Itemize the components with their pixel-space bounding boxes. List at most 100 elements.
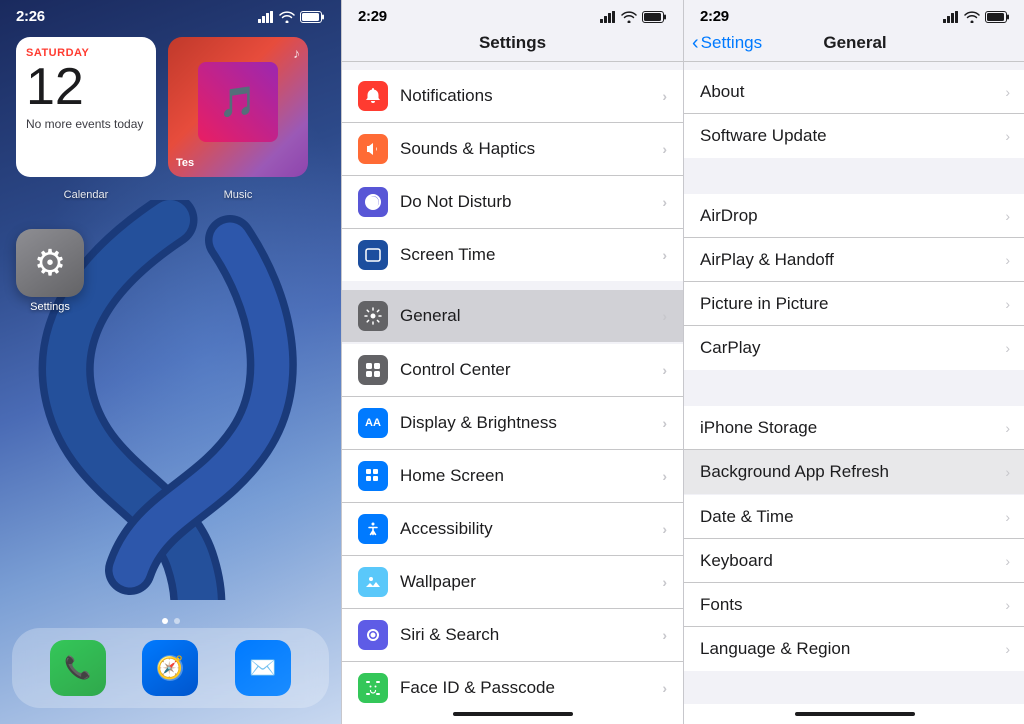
chevron-icon: ›	[1005, 509, 1010, 525]
settings-row-general[interactable]: General ›	[342, 290, 683, 342]
wifi-icon	[279, 11, 295, 23]
battery-icon-g	[985, 11, 1010, 23]
settings-row-sounds[interactable]: Sounds & Haptics ›	[342, 123, 683, 176]
general-row-keyboard[interactable]: Keyboard ›	[684, 539, 1024, 583]
svg-text:✉️: ✉️	[249, 655, 276, 680]
settings-row-notifications[interactable]: Notifications ›	[342, 70, 683, 123]
chevron-icon: ›	[1005, 420, 1010, 436]
calendar-date: 12	[26, 61, 146, 113]
keyboard-label: Keyboard	[700, 551, 1005, 571]
calendar-widget[interactable]: SATURDAY 12 No more events today	[16, 37, 156, 177]
sounds-icon	[358, 134, 388, 164]
faceid-icon	[358, 673, 388, 703]
pip-label: Picture in Picture	[700, 294, 1005, 314]
general-nav-bar: ‹ Settings General	[684, 29, 1024, 62]
airplay-label: AirPlay & Handoff	[700, 250, 1005, 270]
home-widgets: SATURDAY 12 No more events today ♪ 🎵 Tes	[0, 29, 341, 209]
general-row-softwareupdate[interactable]: Software Update ›	[684, 114, 1024, 158]
general-row-storage[interactable]: iPhone Storage ›	[684, 406, 1024, 450]
wallpaper-label: Wallpaper	[400, 572, 662, 592]
sounds-label: Sounds & Haptics	[400, 139, 662, 159]
bottom-indicator-general	[684, 704, 1024, 724]
music-widget[interactable]: ♪ 🎵 Tes	[168, 37, 308, 177]
battery-icon-s	[642, 11, 667, 23]
back-label: Settings	[701, 33, 762, 53]
chevron-icon: ›	[1005, 597, 1010, 613]
chevron-icon: ›	[1005, 641, 1010, 657]
back-chevron-icon: ‹	[692, 32, 699, 55]
chevron-icon: ›	[1005, 296, 1010, 312]
general-row-carplay[interactable]: CarPlay ›	[684, 326, 1024, 370]
general-row-datetime[interactable]: Date & Time ›	[684, 495, 1024, 539]
settings-row-dnd[interactable]: Do Not Disturb ›	[342, 176, 683, 229]
homescreen-icon	[358, 461, 388, 491]
settings-row-display[interactable]: AA Display & Brightness ›	[342, 397, 683, 450]
chevron-icon: ›	[1005, 252, 1010, 268]
dock-mail-icon[interactable]: ✉️	[235, 640, 291, 696]
carplay-label: CarPlay	[700, 338, 1005, 358]
general-row-fonts[interactable]: Fonts ›	[684, 583, 1024, 627]
status-bar-general: 2:29	[684, 0, 1024, 29]
settings-group-1: Notifications › Sounds & Haptics › Do No…	[342, 70, 683, 281]
status-time-general: 2:29	[700, 8, 729, 25]
general-row-airplay[interactable]: AirPlay & Handoff ›	[684, 238, 1024, 282]
chevron-icon: ›	[662, 574, 667, 590]
settings-app-container[interactable]: ⚙ Settings	[0, 229, 341, 313]
wallpaper-icon	[358, 567, 388, 597]
gear-icon: ⚙	[34, 242, 66, 284]
language-label: Language & Region	[700, 639, 1005, 659]
accessibility-icon	[358, 514, 388, 544]
general-row-about[interactable]: About ›	[684, 70, 1024, 114]
chevron-icon: ›	[662, 88, 667, 104]
signal-icon-s	[600, 11, 616, 23]
chevron-icon: ›	[662, 308, 667, 324]
display-icon: AA	[358, 408, 388, 438]
calendar-subtitle: No more events today	[26, 117, 146, 131]
settings-app-icon[interactable]: ⚙	[16, 229, 84, 297]
general-row-pip[interactable]: Picture in Picture ›	[684, 282, 1024, 326]
settings-row-controlcenter[interactable]: Control Center ›	[342, 344, 683, 397]
general-row-bgrefresh[interactable]: Background App Refresh ›	[684, 450, 1024, 494]
album-art: 🎵	[198, 62, 278, 142]
back-button[interactable]: ‹ Settings	[692, 32, 762, 55]
general-row-airdrop[interactable]: AirDrop ›	[684, 194, 1024, 238]
music-art: 🎵	[168, 37, 308, 177]
home-screen-panel: 2:26 SATURDAY	[0, 0, 341, 724]
section-gap-1	[684, 158, 1024, 194]
settings-row-faceid[interactable]: Face ID & Passcode ›	[342, 662, 683, 704]
settings-row-accessibility[interactable]: Accessibility ›	[342, 503, 683, 556]
dnd-label: Do Not Disturb	[400, 192, 662, 212]
settings-group-general: General ›	[342, 290, 683, 342]
general-row-language[interactable]: Language & Region ›	[684, 627, 1024, 671]
home-bar-general	[795, 712, 915, 716]
siri-icon	[358, 620, 388, 650]
settings-row-siri[interactable]: Siri & Search ›	[342, 609, 683, 662]
section-gap-2	[684, 370, 1024, 406]
status-icons-general	[943, 11, 1010, 23]
general-label: General	[400, 306, 662, 326]
wifi-icon-s	[621, 11, 637, 23]
dock-safari-icon[interactable]: 🧭	[142, 640, 198, 696]
chevron-icon: ›	[662, 468, 667, 484]
settings-title: Settings	[479, 33, 546, 52]
page-dot-active	[162, 618, 168, 624]
status-icons-settings	[600, 11, 667, 23]
settings-app-label: Settings	[16, 301, 84, 313]
svg-text:📞: 📞	[64, 653, 92, 680]
general-icon	[358, 301, 388, 331]
settings-panel: 2:29 Settings	[342, 0, 683, 724]
settings-row-wallpaper[interactable]: Wallpaper ›	[342, 556, 683, 609]
controlcenter-icon	[358, 355, 388, 385]
chevron-icon: ›	[1005, 128, 1010, 144]
chevron-icon: ›	[1005, 464, 1010, 480]
battery-icon	[300, 11, 325, 23]
settings-row-screentime[interactable]: Screen Time ›	[342, 229, 683, 281]
dock: 📞 🧭 ✉️	[12, 628, 329, 708]
settings-list: Notifications › Sounds & Haptics › Do No…	[342, 62, 683, 704]
dock-phone-icon[interactable]: 📞	[50, 640, 106, 696]
wifi-icon-g	[964, 11, 980, 23]
screentime-label: Screen Time	[400, 245, 662, 265]
settings-row-homescreen[interactable]: Home Screen ›	[342, 450, 683, 503]
chevron-icon: ›	[1005, 208, 1010, 224]
status-icons-home	[258, 11, 325, 23]
